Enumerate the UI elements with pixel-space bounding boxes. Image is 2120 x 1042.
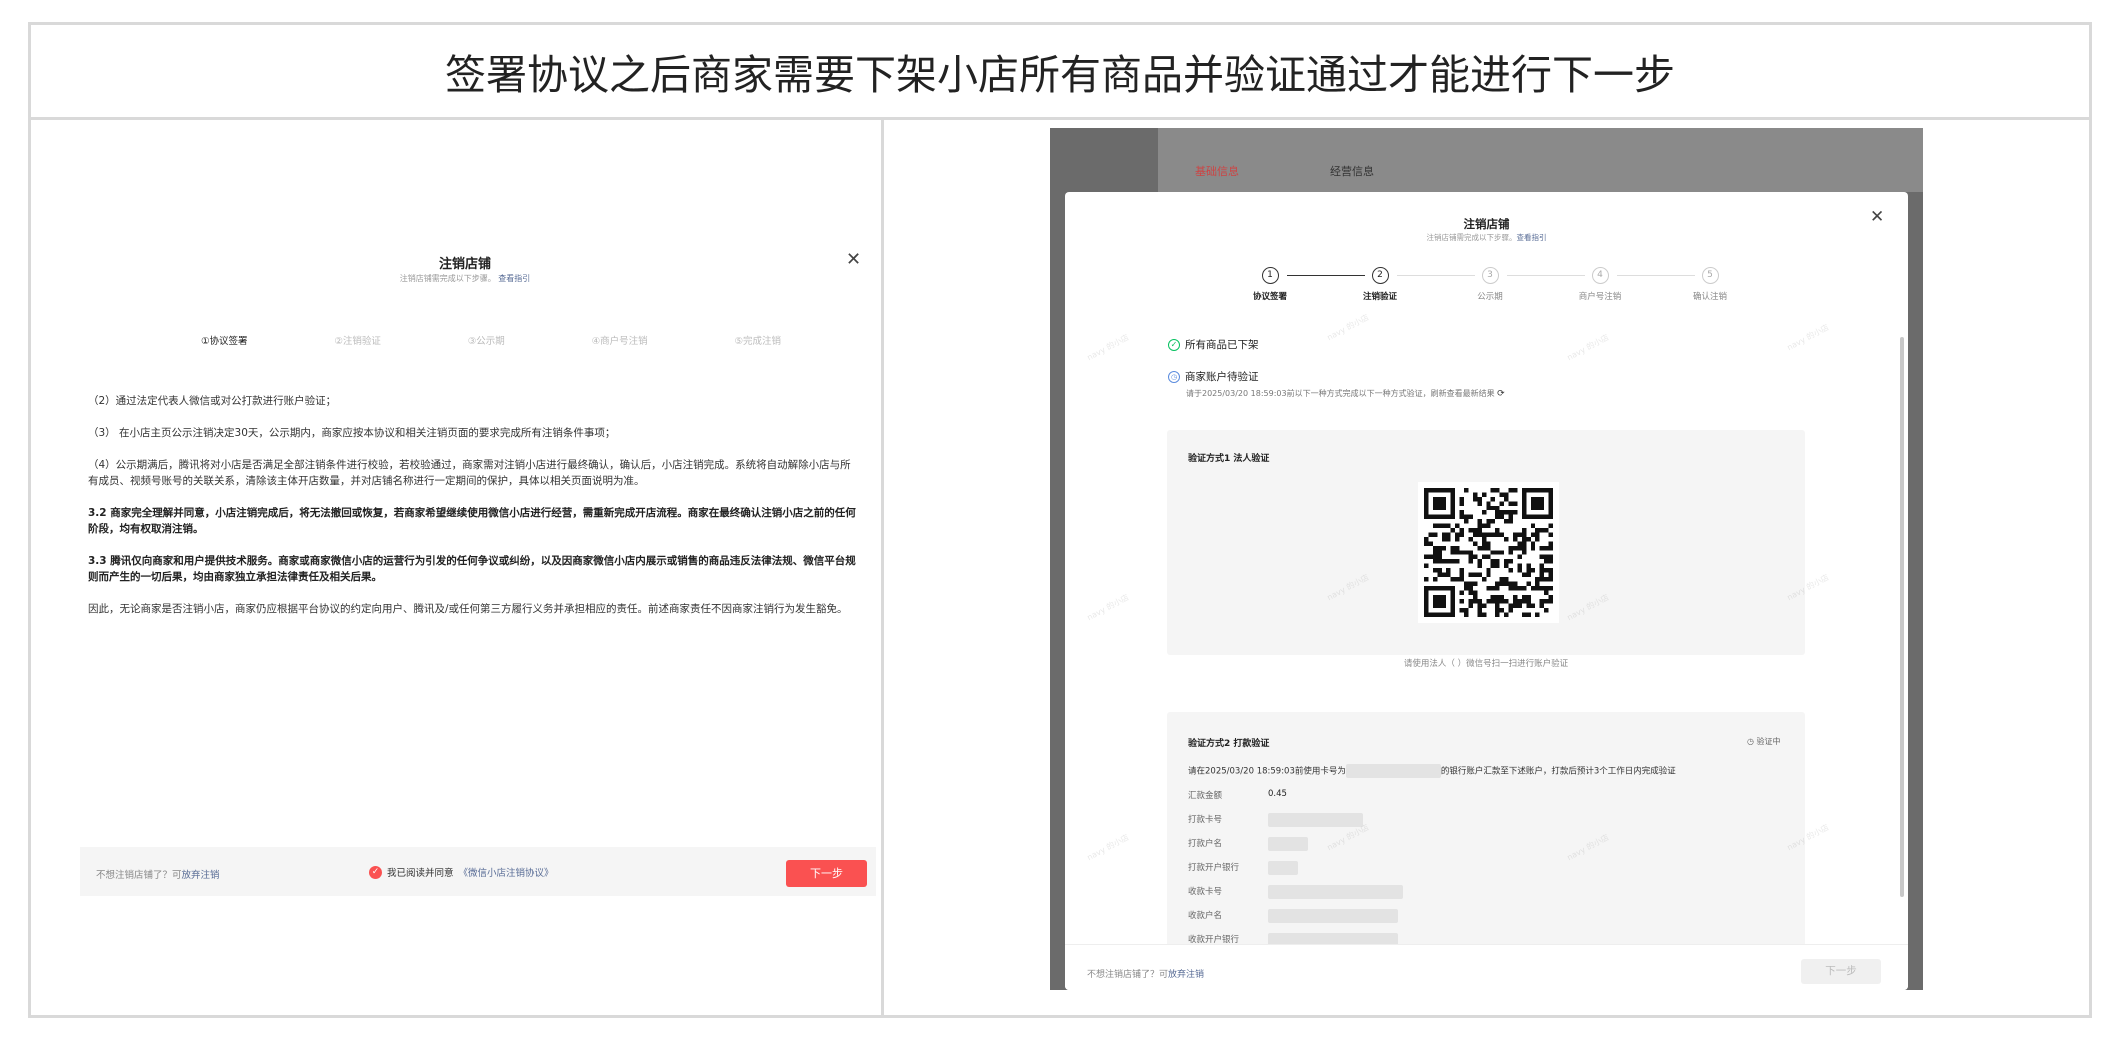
next-button-disabled[interactable]: 下一步 xyxy=(1801,959,1881,984)
slide-frame: 签署协议之后商家需要下架小店所有商品并验证通过才能进行下一步 注销店铺 注销店铺… xyxy=(28,22,2092,1018)
right-screenshot-panel: 基础信息 经营信息 注销店铺 注销店铺需完成以下步骤。查看指引 ✕ 1 协议签署 … xyxy=(884,120,2089,1018)
step-2: ②注销验证 xyxy=(334,336,381,347)
agreement-paragraph: （3） 在小店主页公示注销决定30天，公示期内，商家应按本协议和相关注销页面的要… xyxy=(88,427,616,439)
next-button[interactable]: 下一步 xyxy=(786,860,867,887)
step-5: ⑤完成注销 xyxy=(734,336,781,347)
step-1: ①协议签署 xyxy=(201,336,248,347)
modal-title: 注销店铺 xyxy=(1463,217,1510,231)
close-shop-modal: 注销店铺 注销店铺需完成以下步骤。查看指引 ✕ 1 协议签署 2 注销验证 3 公示期 xyxy=(1065,192,1908,990)
agree-checkbox-row[interactable]: ✓ 我已阅读并同意 《微信小店注销协议》 xyxy=(369,865,554,879)
agreement-paragraph: （4）公示期满后，腾讯将对小店是否满足全部注销条件进行校验，若校验通过，商家需对… xyxy=(88,459,851,487)
guide-link[interactable]: 查看指引 xyxy=(1517,233,1547,242)
watermark: navy 的小店 xyxy=(1085,332,1131,363)
dialog-footer: 不想注销店铺了？可放弃注销 ✓ 我已阅读并同意 《微信小店注销协议》 下一步 xyxy=(80,847,876,896)
check-circle-icon: ✓ xyxy=(1168,338,1180,351)
field-row: 打款开户银行 xyxy=(1188,861,1298,875)
abandon-prompt: 不想注销店铺了？可放弃注销 xyxy=(1087,970,1205,980)
step-4: 4 商户号注销 xyxy=(1560,267,1640,302)
qr-code xyxy=(1418,482,1559,623)
step-1: 1 协议签署 xyxy=(1230,267,1310,302)
verification-deadline-text: 请于2025/03/20 18:59:03前以下一种方式完成以下一种方式验证，刷… xyxy=(1186,389,1505,399)
slide-title-bar: 签署协议之后商家需要下架小店所有商品并验证通过才能进行下一步 xyxy=(31,25,2089,120)
refresh-icon[interactable]: ⟳ xyxy=(1497,389,1505,399)
agreement-text: （2）通过法定代表人微信或对公打款进行账户验证； （3） 在小店主页公示注销决定… xyxy=(88,393,858,633)
agreement-paragraph-bold: 3.2 商家完全理解并同意，小店注销完成后，将无法撤回或恢复，若商家希望继续使用… xyxy=(88,507,856,535)
modal-footer: 不想注销店铺了？可放弃注销 下一步 xyxy=(1065,944,1908,990)
modal-subtitle: 注销店铺需完成以下步骤。查看指引 xyxy=(1426,233,1547,242)
status-account-pending: ◷ 商家账户待验证 xyxy=(1168,369,1259,384)
close-icon[interactable]: ✕ xyxy=(1870,207,1884,227)
field-row: 打款卡号 xyxy=(1188,813,1363,827)
watermark: navy 的小店 xyxy=(1565,332,1611,363)
field-row: 收款户名 xyxy=(1188,909,1398,923)
clock-icon: ◷ xyxy=(1747,737,1754,746)
status-products-delisted: ✓ 所有商品已下架 xyxy=(1168,337,1259,352)
agreement-paragraph: 因此，无论商家是否注销小店，商家仍应根据平台协议的约定向用户、腾讯及/或任何第三… xyxy=(88,603,848,615)
dialog-subtitle: 注销店铺需完成以下步骤。 查看指引 xyxy=(399,274,531,283)
watermark: navy 的小店 xyxy=(1325,312,1371,343)
agreement-link[interactable]: 《微信小店注销协议》 xyxy=(459,865,554,879)
left-screenshot-panel: 注销店铺 注销店铺需完成以下步骤。 查看指引 ✕ ①协议签署 ②注销验证 ③公示… xyxy=(51,120,879,1018)
field-row: 打款户名 xyxy=(1188,837,1308,851)
agreement-paragraph-bold: 3.3 腾讯仅向商家和用户提供技术服务。商家或商家微信小店的运营行为引发的任何争… xyxy=(88,555,856,583)
slide-title: 签署协议之后商家需要下架小店所有商品并验证通过才能进行下一步 xyxy=(445,51,1675,99)
watermark: navy 的小店 xyxy=(1085,592,1131,623)
method-2-description: 请在2025/03/20 18:59:03前使用卡号为 的银行账户汇款至下述账户，… xyxy=(1188,764,1676,778)
background-tab-strip xyxy=(1158,128,1923,192)
verification-method-1: 验证方式1 法人验证 请使用法人（ ）微信号扫一扫进行账户验证 xyxy=(1167,430,1805,669)
step-4: ④商户号注销 xyxy=(591,336,648,347)
dialog-title: 注销店铺 xyxy=(438,257,491,272)
field-row: 收款卡号 xyxy=(1188,885,1403,899)
field-row: 汇款金额 0.45 xyxy=(1188,789,1287,801)
qr-caption: 请使用法人（ ）微信号扫一扫进行账户验证 xyxy=(1403,659,1569,669)
abandon-link[interactable]: 放弃注销 xyxy=(182,870,220,881)
guide-link[interactable]: 查看指引 xyxy=(498,274,530,283)
step-3: ③公示期 xyxy=(467,336,505,347)
bg-tab-basic-info: 基础信息 xyxy=(1195,165,1239,178)
step-2: 2 注销验证 xyxy=(1340,267,1420,302)
abandon-prompt: 不想注销店铺了？可放弃注销 xyxy=(96,870,220,881)
method-1-title: 验证方式1 法人验证 xyxy=(1188,454,1270,464)
close-icon[interactable]: ✕ xyxy=(846,249,861,270)
watermark: navy 的小店 xyxy=(1085,832,1131,863)
checkbox-checked-icon[interactable]: ✓ xyxy=(369,865,382,879)
abandon-link[interactable]: 放弃注销 xyxy=(1168,970,1204,980)
step-indicator: 1 协议签署 2 注销验证 3 公示期 4 商户号注销 5 确认注销 xyxy=(1225,267,1745,307)
bg-tab-business-info: 经营信息 xyxy=(1330,165,1374,178)
scrollbar[interactable] xyxy=(1900,337,1904,897)
method-2-title: 验证方式2 打款验证 xyxy=(1188,739,1270,749)
agreement-paragraph: （2）通过法定代表人微信或对公打款进行账户验证； xyxy=(88,395,337,407)
status-badge: ◷ 验证中 xyxy=(1747,737,1781,746)
step-5: 5 确认注销 xyxy=(1670,267,1750,302)
step-indicator: ①协议签署 ②注销验证 ③公示期 ④商户号注销 ⑤完成注销 xyxy=(201,333,781,347)
step-3: 3 公示期 xyxy=(1450,267,1530,302)
clock-icon: ◷ xyxy=(1168,370,1180,383)
watermark: navy 的小店 xyxy=(1785,322,1831,353)
